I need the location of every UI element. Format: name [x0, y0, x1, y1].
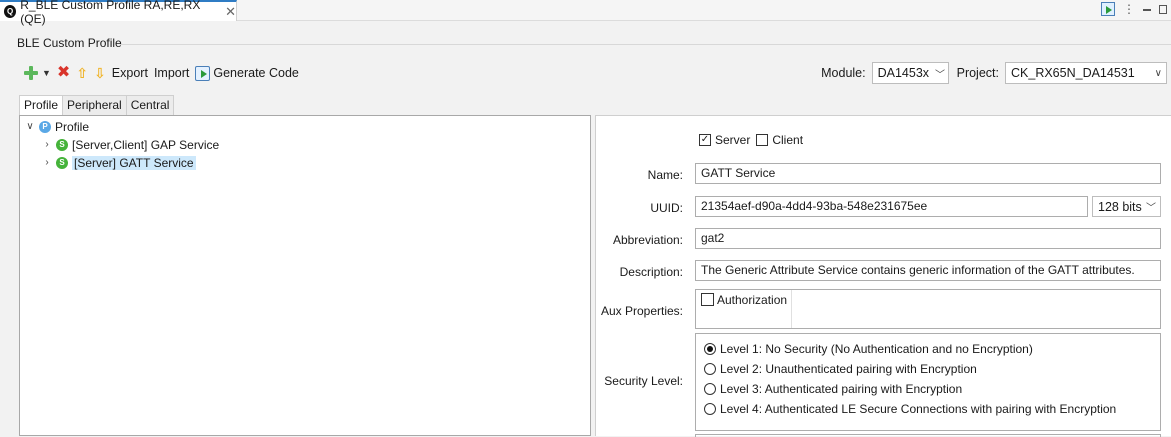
aux-properties-box: Authorization	[695, 289, 1161, 329]
service-details: ✓ Server Client Name: GATT Service UUID:…	[595, 115, 1171, 437]
chevron-down-icon: ∨	[1154, 67, 1162, 79]
move-up-icon[interactable]: ⇧	[76, 66, 88, 80]
authorization-checkbox[interactable]	[701, 293, 714, 306]
minimize-icon[interactable]	[1143, 9, 1151, 11]
client-checkbox[interactable]	[756, 134, 769, 146]
tree-node-profile[interactable]: ∨ P Profile	[25, 118, 89, 135]
delete-icon[interactable]: ✖	[57, 65, 70, 81]
abbreviation-label: Abbreviation:	[612, 233, 683, 247]
server-label: Server	[715, 133, 751, 147]
radio-unselected[interactable]	[704, 383, 716, 395]
security-level-3[interactable]: Level 3: Authenticated pairing with Encr…	[704, 379, 1160, 399]
editor-tab[interactable]: Q R_BLE Custom Profile RA,RE,RX (QE) ✕	[0, 0, 237, 26]
service-badge-icon: S	[56, 156, 68, 169]
tree-node-label: [Server,Client] GAP Service	[72, 137, 220, 152]
tree-node-gatt-service[interactable]: › S [Server] GATT Service	[42, 154, 196, 171]
uuid-label: UUID:	[650, 201, 683, 215]
security-level-2[interactable]: Level 2: Unauthenticated pairing with En…	[704, 359, 1160, 379]
generate-code-icon	[195, 65, 211, 81]
server-checkbox[interactable]: ✓	[699, 134, 711, 146]
add-dropdown-icon[interactable]: ▼	[42, 68, 51, 78]
name-label: Name:	[647, 168, 683, 182]
uuid-bits-select[interactable]: 128 bits ﹀	[1092, 196, 1161, 217]
chevron-down-icon: ﹀	[935, 69, 946, 81]
security-level-label: Security Level:	[604, 374, 683, 388]
project-select[interactable]: CK_RX65N_DA14531 ∨	[1005, 62, 1167, 84]
profile-toolbar: ▼ ✖ ⇧ ⇩ Export Import Generate Code	[24, 64, 299, 82]
collapsed-chevron-icon[interactable]: ›	[42, 139, 52, 150]
abbreviation-field[interactable]: gat2	[695, 228, 1161, 249]
radio-unselected[interactable]	[704, 403, 716, 415]
generate-code-button[interactable]: Generate Code	[195, 65, 299, 81]
security-level-label: Level 2: Unauthenticated pairing with En…	[720, 362, 977, 376]
aux-properties-label: Aux Properties:	[600, 304, 683, 318]
tab-central[interactable]: Central	[125, 95, 175, 115]
description-field[interactable]: The Generic Attribute Service contains g…	[695, 260, 1161, 281]
security-level-label: Level 3: Authenticated pairing with Encr…	[720, 382, 963, 396]
client-label: Client	[772, 133, 804, 147]
profile-badge-icon: P	[39, 120, 51, 133]
radio-unselected[interactable]	[704, 363, 716, 375]
profile-tabs: Profile Peripheral Central	[19, 95, 175, 116]
profile-tree: ∨ P Profile › S [Server,Client] GAP Serv…	[19, 115, 591, 436]
qe-app-icon: Q	[4, 5, 17, 18]
description-label: Description:	[619, 265, 683, 279]
add-icon[interactable]	[24, 66, 38, 80]
expanded-chevron-icon[interactable]: ∨	[25, 121, 35, 132]
maximize-icon[interactable]	[1159, 4, 1167, 14]
service-badge-icon: S	[56, 138, 68, 151]
security-level-label: Level 4: Authenticated LE Secure Connect…	[720, 402, 1117, 416]
tree-node-label: [Server] GATT Service	[72, 155, 196, 170]
security-level-4[interactable]: Level 4: Authenticated LE Secure Connect…	[704, 399, 1160, 419]
name-field[interactable]: GATT Service	[695, 163, 1161, 184]
module-value: DA1453x	[877, 66, 930, 80]
view-menu-icon[interactable]: ⋮	[1123, 3, 1135, 15]
tree-node-gap-service[interactable]: › S [Server,Client] GAP Service	[42, 136, 219, 153]
radio-selected[interactable]	[704, 343, 716, 355]
tab-profile[interactable]: Profile	[19, 95, 64, 116]
move-down-icon[interactable]: ⇩	[94, 66, 106, 80]
section-title: BLE Custom Profile	[17, 36, 122, 50]
authorization-label: Authorization	[717, 293, 788, 307]
collapsed-chevron-icon[interactable]: ›	[42, 157, 52, 168]
uuid-bits-value: 128 bits	[1098, 199, 1142, 214]
uuid-field[interactable]: 21354aef-d90a-4dd4-93ba-548e231675ee	[695, 196, 1088, 217]
tab-peripheral[interactable]: Peripheral	[62, 95, 127, 115]
import-button[interactable]: Import	[154, 66, 189, 80]
close-icon[interactable]: ✕	[225, 4, 236, 20]
project-value: CK_RX65N_DA14531	[1011, 66, 1135, 80]
section-divider	[120, 44, 1171, 45]
view-toolbar: ⋮	[1101, 2, 1167, 16]
project-label: Project:	[956, 66, 999, 80]
security-level-label: Level 1: No Security (No Authentication …	[720, 342, 1033, 356]
module-select[interactable]: DA1453x ﹀	[871, 62, 949, 84]
editor-tab-title: R_BLE Custom Profile RA,RE,RX (QE)	[20, 0, 201, 26]
export-button[interactable]: Export	[112, 66, 148, 80]
chevron-down-icon: ﹀	[1146, 203, 1156, 214]
run-console-icon[interactable]	[1101, 2, 1115, 16]
tree-node-label: Profile	[55, 119, 90, 134]
editor-tab-bar: Q R_BLE Custom Profile RA,RE,RX (QE) ✕ ⋮	[0, 0, 1171, 26]
security-level-group: Level 1: No Security (No Authentication …	[695, 333, 1161, 431]
authorization-option[interactable]: Authorization	[696, 290, 792, 328]
module-project-selectors: Module: DA1453x ﹀ Project: CK_RX65N_DA14…	[821, 62, 1167, 84]
role-checkboxes: ✓ Server Client	[699, 133, 803, 147]
security-level-1[interactable]: Level 1: No Security (No Authentication …	[704, 339, 1160, 359]
generate-code-label: Generate Code	[213, 66, 299, 80]
module-label: Module:	[821, 66, 866, 80]
